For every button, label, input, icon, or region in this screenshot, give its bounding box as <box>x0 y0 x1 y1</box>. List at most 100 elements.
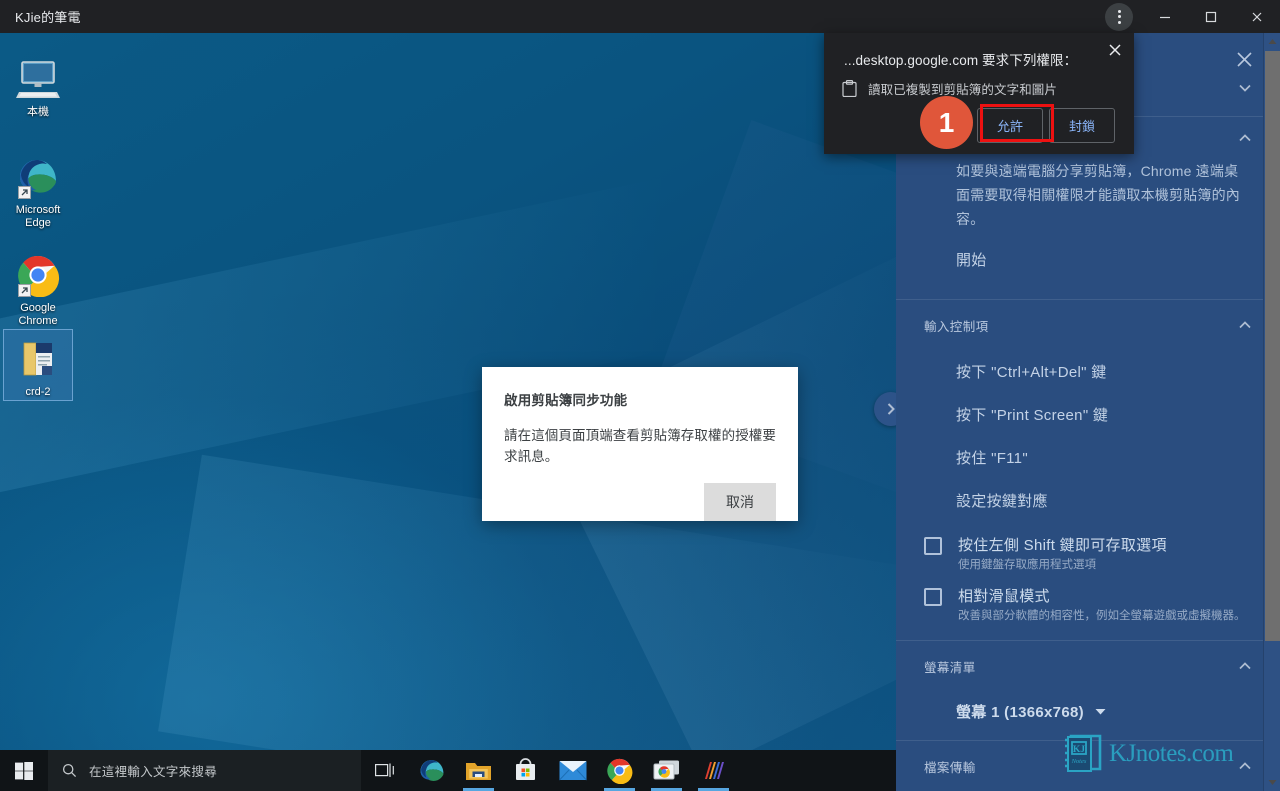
desktop-icon-label: crd-2 <box>25 386 51 398</box>
allow-button[interactable]: 允許 <box>976 108 1043 143</box>
checkbox-row-relative-mouse-mode[interactable]: 相對滑鼠模式 改善與部分軟體的相容性，例如全螢幕遊戲或虛擬機器。 <box>896 579 1280 640</box>
taskbar-task-view-button[interactable] <box>361 750 408 791</box>
step-badge-1: 1 <box>920 96 973 149</box>
chevron-up-icon[interactable] <box>1234 127 1256 149</box>
close-icon <box>1109 44 1121 56</box>
scroll-up-arrow-icon <box>1268 39 1277 44</box>
dialog-actions: 取消 <box>504 483 776 521</box>
permission-popup-actions: 允許 封鎖 <box>824 98 1134 143</box>
window-title: KJie的筆電 <box>15 10 81 25</box>
chrome-icon <box>607 758 633 784</box>
more-options-icon[interactable] <box>1105 2 1133 31</box>
hold-f11-link[interactable]: 按住 "F11" <box>956 436 1252 479</box>
document-file-icon <box>16 333 60 381</box>
chevron-down-icon[interactable] <box>1234 77 1256 99</box>
taskbar-microsoft-edge-button[interactable] <box>408 750 455 791</box>
panel-section-input-controls: 輸入控制項 按下 "Ctrl+Alt+Del" 鍵 按下 "Print Scre… <box>896 300 1280 641</box>
panel-section-title: 輸入控制項 <box>924 319 989 334</box>
block-button[interactable]: 封鎖 <box>1048 108 1115 143</box>
dialog-title: 啟用剪貼簿同步功能 <box>504 393 628 408</box>
task-view-icon <box>374 763 394 777</box>
desktop-icon-microsoft-edge[interactable]: Microsoft Edge <box>3 151 73 230</box>
more-options-button[interactable] <box>1096 0 1142 33</box>
taskbar-file-explorer-button[interactable] <box>455 750 502 791</box>
shortcut-arrow-icon <box>18 186 31 199</box>
shortcut-arrow-icon <box>18 284 31 297</box>
desktop-icon-label: Google Chrome <box>18 302 58 327</box>
monitor-icon <box>15 53 61 101</box>
remote-desktop-icon <box>653 760 679 779</box>
taskbar-colorful-app-button[interactable] <box>690 750 737 791</box>
desktop-icon-label: 本機 <box>27 106 49 118</box>
desktop-icon-crd-2[interactable]: crd-2 <box>3 329 73 401</box>
desktop-icon-google-chrome[interactable]: Google Chrome <box>3 249 73 328</box>
checkbox-sublabel: 改善與部分軟體的相容性，例如全螢幕遊戲或虛擬機器。 <box>958 610 1246 622</box>
dialog-body-text: 請在這個頁面頂端查看剪貼簿存取權的授權要求訊息。 <box>504 428 776 464</box>
permission-popup-title: ...desktop.google.com 要求下列權限： <box>844 53 1078 68</box>
clipboard-icon <box>842 80 857 97</box>
checkbox-sublabel: 使用鍵盤存取應用程式選項 <box>958 559 1096 571</box>
clipboard-sync-description: 如要與遠端電腦分享剪貼簿，Chrome 遠端桌面需要取得相關權限才能讀取本機剪貼… <box>956 163 1240 227</box>
close-icon <box>1252 12 1262 21</box>
taskbar-google-chrome-button[interactable] <box>596 750 643 791</box>
edge-icon <box>16 151 60 199</box>
taskbar-microsoft-store-button[interactable] <box>502 750 549 791</box>
windows-start-icon <box>15 761 33 780</box>
search-icon <box>62 763 77 778</box>
display-select[interactable]: 螢幕 1 (1366x768) <box>896 691 1280 740</box>
close-icon <box>1236 51 1252 67</box>
store-bag-icon <box>516 758 535 780</box>
clipboard-sync-dialog: 啟用剪貼簿同步功能 請在這個頁面頂端查看剪貼簿存取權的授權要求訊息。 取消 <box>482 367 798 521</box>
start-button[interactable] <box>0 750 48 791</box>
permission-description: 讀取已複製到剪貼簿的文字和圖片 <box>868 83 1058 97</box>
checkbox-label: 相對滑鼠模式 <box>958 588 1050 605</box>
desktop-icon-this-pc[interactable]: 本機 <box>3 53 73 119</box>
clipboard-permission-popup: ...desktop.google.com 要求下列權限： 讀取已複製到剪貼簿的… <box>824 33 1134 154</box>
scrollbar-down-button[interactable] <box>1264 774 1280 791</box>
permission-popup-row: 讀取已複製到剪貼簿的文字和圖片 <box>824 69 1134 98</box>
checkbox-row-left-shift-options[interactable]: 按住左側 Shift 鍵即可存取選項 使用鍵盤存取應用程式選項 <box>896 528 1280 579</box>
panel-section-display-list: 螢幕清單 螢幕 1 (1366x768) <box>896 641 1280 741</box>
panel-section-file-transfer: 檔案傳輸 上傳檔案 <box>896 741 1280 791</box>
chevron-up-icon[interactable] <box>1234 655 1256 677</box>
panel-section-title: 螢幕清單 <box>924 660 976 675</box>
desktop-icon-label: Microsoft Edge <box>15 204 61 229</box>
chevron-up-icon[interactable] <box>1234 755 1256 777</box>
scrollbar-up-button[interactable] <box>1264 33 1280 50</box>
panel-section-title: 檔案傳輸 <box>924 760 976 775</box>
scrollbar-thumb[interactable] <box>1265 51 1280 641</box>
stripes-app-icon <box>704 761 724 779</box>
panel-close-button[interactable] <box>1230 45 1258 73</box>
chevron-down-icon <box>1095 709 1106 715</box>
chevron-up-icon[interactable] <box>1234 314 1256 336</box>
chrome-icon <box>16 249 60 297</box>
checkbox-label: 按住左側 Shift 鍵即可存取選項 <box>958 537 1167 554</box>
checkbox-unchecked-icon[interactable] <box>924 537 942 555</box>
configure-key-mapping-link[interactable]: 設定按鍵對應 <box>956 479 1252 522</box>
minimize-button[interactable] <box>1142 0 1188 33</box>
send-print-screen-link[interactable]: 按下 "Print Screen" 鍵 <box>956 393 1252 436</box>
taskbar-remote-desktop-button[interactable] <box>643 750 690 791</box>
close-button[interactable] <box>1234 0 1280 33</box>
input-controls-links: 按下 "Ctrl+Alt+Del" 鍵 按下 "Print Screen" 鍵 … <box>896 350 1280 528</box>
start-link[interactable]: 開始 <box>956 231 1252 281</box>
send-ctrl-alt-del-link[interactable]: 按下 "Ctrl+Alt+Del" 鍵 <box>956 350 1252 393</box>
envelope-icon <box>558 761 587 781</box>
edge-icon <box>420 759 443 781</box>
maximize-icon <box>1205 11 1217 22</box>
cancel-button[interactable]: 取消 <box>704 483 776 521</box>
folder-icon <box>466 762 491 780</box>
scroll-down-arrow-icon <box>1268 780 1277 785</box>
taskbar-mail-button[interactable] <box>549 750 596 791</box>
permission-popup-close-button[interactable] <box>1104 39 1126 61</box>
search-placeholder-text: 在這裡輸入文字來搜尋 <box>89 765 218 779</box>
screen: KJie的筆電 本機 Microsoft Edge Google Chrome … <box>0 0 1280 791</box>
maximize-button[interactable] <box>1188 0 1234 33</box>
panel-section-body: 如要與遠端電腦分享剪貼簿，Chrome 遠端桌面需要取得相關權限才能讀取本機剪貼… <box>896 159 1280 299</box>
minimize-icon <box>1160 16 1170 18</box>
checkbox-unchecked-icon[interactable] <box>924 588 942 606</box>
taskbar-search-box[interactable]: 在這裡輸入文字來搜尋 <box>48 750 361 791</box>
display-select-value: 螢幕 1 (1366x768) <box>956 704 1084 721</box>
panel-scrollbar[interactable] <box>1263 33 1280 791</box>
window-titlebar: KJie的筆電 <box>0 0 1280 33</box>
